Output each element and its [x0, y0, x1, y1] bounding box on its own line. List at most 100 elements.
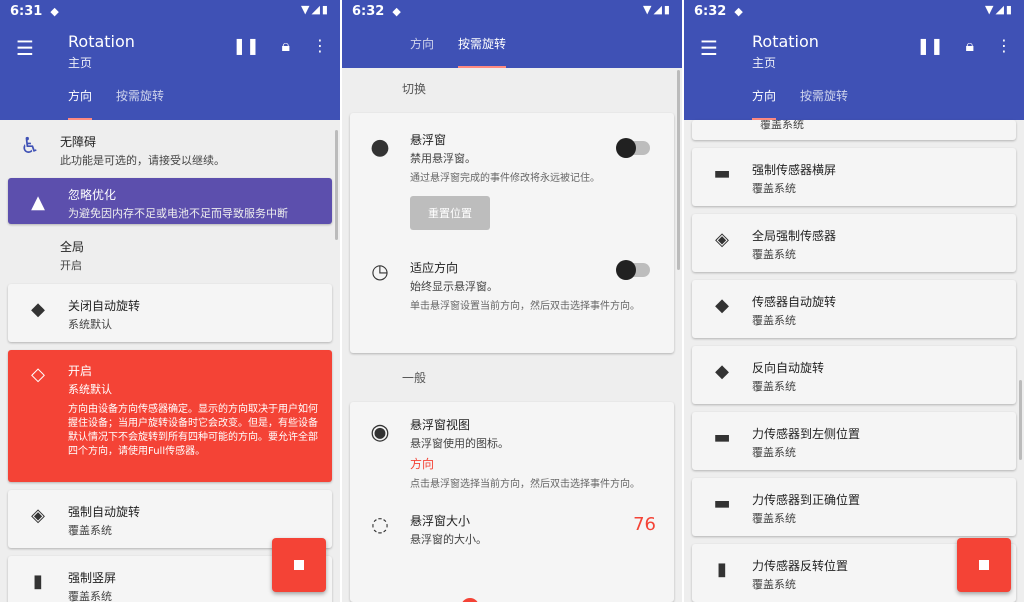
list-item-on-selected[interactable]: ◇ 开启 系统默认 方向由设备方向传感器确定。显示的方向取决于用户如何握住设备；…: [8, 350, 332, 482]
more-icon[interactable]: ⋮: [996, 36, 1012, 56]
pause-icon[interactable]: ❚❚: [917, 36, 944, 56]
lock-icon[interactable]: 🔒︎: [965, 36, 974, 56]
scrollbar[interactable]: [335, 130, 338, 240]
item-subtitle: 覆盖系统: [752, 182, 796, 195]
item-subtitle: 覆盖系统: [752, 314, 796, 327]
stop-fab[interactable]: [272, 538, 326, 592]
on-demand-settings: 切换 ● 悬浮窗 禁用悬浮窗。 通过悬浮窗完成的事件修改将永远被记住。 重置位置…: [342, 68, 682, 602]
menu-icon[interactable]: ☰: [700, 36, 718, 60]
landscape-right-icon: ▬: [713, 492, 731, 514]
item-title: 关闭自动旋转: [68, 299, 141, 313]
status-icons: ▼◢▮: [301, 3, 330, 16]
tab-bar: 方向 按需旋转: [410, 35, 507, 68]
auto-rotate-icon: ◆: [715, 294, 729, 316]
item-subtitle: 覆盖系统: [752, 512, 796, 525]
tab-on-demand[interactable]: 按需旋转: [116, 87, 164, 120]
item-title: 悬浮窗视图: [410, 418, 471, 432]
item-title: 强制自动旋转: [68, 505, 141, 519]
item-subtitle: 系统默认: [68, 318, 112, 331]
app-bar: 方向 按需旋转: [342, 22, 682, 68]
sim-icon: ◆: [734, 4, 743, 18]
list-item-global-force-sensor[interactable]: ◈ 全局强制传感器 覆盖系统: [692, 214, 1016, 272]
tab-orientation[interactable]: 方向: [752, 87, 777, 120]
item-title: 开启: [68, 364, 93, 378]
list-item-ignore-optimization[interactable]: ▲ 忽略优化 为避免因内存不足或电池不足而导致服务中断: [8, 178, 332, 224]
slider-right-icon[interactable]: ›: [634, 596, 640, 602]
app-actions: ❚❚ 🔒︎ ⋮: [917, 36, 1012, 56]
app-actions: ❚❚ 🔒︎ ⋮: [233, 36, 328, 56]
item-subtitle: 覆盖系统: [752, 446, 796, 459]
status-time: 6:32: [694, 3, 727, 19]
radio-icon: ◉: [370, 419, 390, 445]
screen-on-demand: 6:32 ◆ ▼◢▮ 方向 按需旋转 切换 ● 悬浮窗 禁用悬浮窗。 通过悬浮窗…: [342, 0, 682, 602]
section-toggle: 切换: [402, 82, 427, 96]
adapt-orientation-toggle[interactable]: [616, 260, 650, 280]
size-slider[interactable]: ‹ ›: [362, 596, 662, 602]
item-title: 力传感器到左侧位置: [752, 427, 861, 441]
tab-orientation[interactable]: 方向: [410, 35, 434, 68]
status-bar: 6:32 ◆ ▼◢▮: [684, 0, 1024, 22]
stop-icon: [979, 560, 989, 570]
item-title: 传感器自动旋转: [752, 295, 837, 309]
size-value: 76: [633, 514, 656, 535]
floating-view-row[interactable]: ◉ 悬浮窗视图 悬浮窗使用的图标。 方向 点击悬浮窗选择当前方向，然后双击选择事…: [350, 416, 674, 512]
dotted-circle-icon: ◌: [371, 512, 389, 536]
status-time: 6:32: [352, 3, 385, 19]
portrait-icon: ▮: [33, 570, 43, 592]
item-title: 全局: [60, 240, 85, 254]
stop-fab[interactable]: [957, 538, 1011, 592]
item-value: 方向: [410, 457, 435, 471]
lock-icon[interactable]: 🔒︎: [281, 36, 290, 56]
auto-rotate-icon: ◇: [31, 363, 45, 385]
list-item-accessibility[interactable]: ♿︎ 无障碍 此功能是可选的，请接受以继续。: [0, 120, 340, 178]
status-bar: 6:31 ◆ ▼◢▮: [0, 0, 340, 22]
list-item-auto-rotate-off[interactable]: ◆ 关闭自动旋转 系统默认: [8, 284, 332, 342]
app-title: Rotation: [752, 32, 819, 51]
status-icons: ▼◢▮: [643, 3, 672, 16]
status-icons: ▼◢▮: [985, 3, 1014, 16]
floating-size-row[interactable]: ◌ 悬浮窗大小 悬浮窗的大小。 76: [350, 512, 674, 547]
list-item-reverse-auto-rotate[interactable]: ◆ 反向自动旋转 覆盖系统: [692, 346, 1016, 404]
toggle-knob: [616, 138, 636, 158]
warning-icon: ▲: [31, 191, 45, 213]
reverse-rotate-icon: ◆: [715, 360, 729, 382]
screen-main-orientation-scrolled: 6:32 ◆ ▼◢▮ ☰ Rotation 主页 ❚❚ 🔒︎ ⋮ 方向 按需旋转…: [684, 0, 1024, 602]
item-title: 强制传感器横屏: [752, 163, 837, 177]
list-item-force-sensor-right[interactable]: ▬ 力传感器到正确位置 覆盖系统: [692, 478, 1016, 536]
floating-window-row[interactable]: ● 悬浮窗 禁用悬浮窗。 通过悬浮窗完成的事件修改将永远被记住。 重置位置: [350, 131, 674, 241]
item-description: 单击悬浮窗设置当前方向，然后双击选择事件方向。: [410, 301, 640, 312]
stop-icon: [294, 560, 304, 570]
item-subtitle: 此功能是可选的，请接受以继续。: [60, 154, 225, 167]
scrollbar[interactable]: [1019, 380, 1022, 460]
toggle-knob: [616, 260, 636, 280]
item-subtitle: 悬浮窗使用的图标。: [410, 437, 509, 450]
scrollbar[interactable]: [677, 70, 680, 270]
list-item-force-sensor-left[interactable]: ▬ 力传感器到左侧位置 覆盖系统: [692, 412, 1016, 470]
floating-window-toggle[interactable]: [616, 138, 650, 158]
pause-icon[interactable]: ❚❚: [233, 36, 260, 56]
list-item-force-sensor-landscape[interactable]: ▬ 强制传感器横屏 覆盖系统: [692, 148, 1016, 206]
item-subtitle: 覆盖系统: [68, 524, 112, 537]
item-subtitle: 开启: [60, 259, 82, 272]
item-title: 反向自动旋转: [752, 361, 825, 375]
landscape-icon: ▬: [713, 162, 731, 184]
portrait-reverse-icon: ▮: [717, 558, 727, 580]
slider-left-icon[interactable]: ‹: [364, 596, 370, 602]
status-time: 6:31: [10, 3, 43, 19]
list-item-global[interactable]: 全局 开启: [0, 224, 340, 280]
sensor-rotate-icon: ◈: [715, 228, 729, 250]
more-icon[interactable]: ⋮: [312, 36, 328, 56]
item-title: 无障碍: [60, 135, 97, 149]
menu-icon[interactable]: ☰: [16, 36, 34, 60]
list-item-sensor-auto-rotate[interactable]: ◆ 传感器自动旋转 覆盖系统: [692, 280, 1016, 338]
item-subtitle: 覆盖系统: [752, 248, 796, 261]
tab-on-demand[interactable]: 按需旋转: [458, 35, 507, 68]
list-item-partial[interactable]: 覆盖系统: [692, 120, 1016, 140]
sim-icon: ◆: [392, 4, 401, 18]
adapt-orientation-row[interactable]: ◷ 适应方向 始终显示悬浮窗。 单击悬浮窗设置当前方向，然后双击选择事件方向。: [350, 259, 674, 314]
sim-icon: ◆: [50, 4, 59, 18]
reset-position-button[interactable]: 重置位置: [410, 196, 490, 230]
slider-thumb[interactable]: [461, 598, 479, 602]
tab-orientation[interactable]: 方向: [68, 87, 93, 120]
tab-on-demand[interactable]: 按需旋转: [800, 87, 848, 120]
